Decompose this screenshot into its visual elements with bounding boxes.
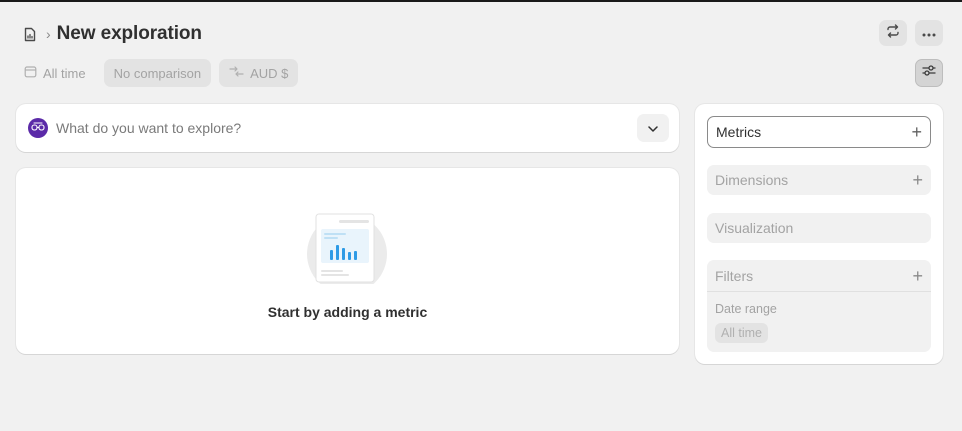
- expand-button[interactable]: [637, 114, 669, 142]
- currency-button[interactable]: AUD $: [219, 59, 299, 87]
- empty-state-card: Start by adding a metric: [16, 168, 679, 354]
- configuration-panel: Metrics + Dimensions + Visualization Fil…: [695, 104, 943, 364]
- plus-icon[interactable]: +: [912, 267, 923, 285]
- refresh-button[interactable]: [879, 20, 907, 46]
- comparison-label: No comparison: [113, 65, 202, 81]
- visualization-label: Visualization: [715, 220, 794, 236]
- date-range-button[interactable]: All time: [16, 59, 96, 87]
- display-settings-button[interactable]: [915, 59, 943, 87]
- chevron-down-icon: [648, 119, 658, 137]
- breadcrumb-separator: ›: [46, 26, 51, 42]
- currency-exchange-icon: [229, 65, 244, 81]
- currency-label: AUD $: [250, 65, 289, 81]
- refresh-icon: [885, 23, 901, 43]
- dimensions-label: Dimensions: [715, 172, 789, 188]
- filters-header[interactable]: Filters +: [707, 260, 931, 292]
- sliders-icon: [922, 64, 936, 82]
- ellipsis-icon: [922, 24, 936, 42]
- date-range-label: All time: [43, 65, 86, 81]
- comparison-button[interactable]: No comparison: [103, 59, 212, 87]
- calendar-icon: [24, 65, 37, 81]
- dimensions-section[interactable]: Dimensions +: [707, 165, 931, 195]
- date-range-filter-value[interactable]: All time: [715, 323, 768, 343]
- empty-state-message: Start by adding a metric: [267, 304, 428, 320]
- sidekick-avatar-icon: [28, 118, 48, 138]
- metrics-label: Metrics: [716, 124, 762, 140]
- filters-label: Filters: [715, 267, 754, 284]
- page-title: New exploration: [56, 23, 202, 44]
- filter-bar: All time No comparison AUD $: [16, 59, 299, 87]
- visualization-section[interactable]: Visualization: [707, 213, 931, 243]
- more-actions-button[interactable]: [915, 20, 943, 46]
- explore-search-bar: [16, 104, 679, 152]
- metrics-section[interactable]: Metrics +: [707, 116, 931, 148]
- empty-chart-illustration: [307, 213, 387, 284]
- plus-icon[interactable]: +: [912, 171, 923, 189]
- date-range-filter-label: Date range: [715, 302, 777, 316]
- explore-search-input[interactable]: [56, 120, 637, 136]
- page-header: › New exploration: [22, 20, 202, 48]
- file-chart-icon: [22, 26, 38, 42]
- plus-icon[interactable]: +: [911, 123, 922, 141]
- filters-section: Filters + Date range All time: [707, 260, 931, 352]
